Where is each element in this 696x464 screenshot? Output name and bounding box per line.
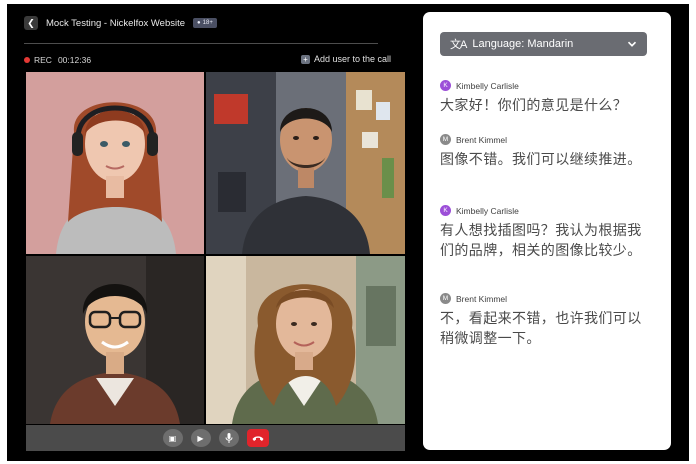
message-sender-row: K Kimbelly Carlisle [440,205,655,216]
plus-icon: + [300,54,310,64]
microphone-icon [225,433,232,443]
participant-1-video [26,72,204,254]
screen-share-icon: ▣ [168,433,177,443]
camera-icon: ▶ [197,433,204,443]
transcript-message: K Kimbelly Carlisle 有人想找插图吗？我认为根据我们的品牌，相… [440,205,655,261]
microphone-button[interactable] [218,429,239,447]
video-grid [26,72,405,424]
language-select[interactable]: 文A Language: Mandarin [440,32,647,56]
call-title: Mock Testing - Nickelfox Website [46,17,186,29]
message-text: 不，看起来不错，也许我们可以稍微调整一下。 [440,311,642,347]
chevron-down-icon [627,41,637,47]
message-text: 有人想找插图吗？我认为根据我们的品牌，相关的图像比较少。 [440,223,642,259]
back-button[interactable]: ❮ [24,16,38,30]
chevron-left-icon: ❮ [27,17,35,28]
video-tile-participant-4[interactable] [206,256,405,424]
participants-badge: ● 18+ [193,18,217,28]
screen-share-button[interactable]: ▣ [162,429,183,447]
transcript-message: M Brent Kimmel 不，看起来不错，也许我们可以稍微调整一下。 [440,293,655,349]
hang-up-button[interactable] [246,429,269,447]
video-tile-participant-1[interactable] [26,72,204,254]
transcript-message: M Brent Kimmel 图像不错。我们可以继续推进。 [440,134,655,170]
badge-label: 18+ [202,20,213,26]
avatar: M [440,134,451,145]
sender-name: Brent Kimmel [456,134,508,145]
message-sender-row: K Kimbelly Carlisle [440,80,655,91]
sender-name: Brent Kimmel [456,293,508,304]
user-icon: ● [197,20,201,26]
participant-4-video [206,256,405,424]
avatar: M [440,293,451,304]
message-text: 图像不错。我们可以继续推进。 [440,152,642,168]
sender-name: Kimbelly Carlisle [456,80,519,91]
call-header: ❮ Mock Testing - Nickelfox Website ● 18+ [24,15,217,31]
participant-3-video [26,256,204,424]
message-text: 大家好！你们的意见是什么？ [440,98,628,114]
header-divider [24,43,378,44]
phone-hangup-icon [252,435,263,441]
avatar: K [440,80,451,91]
rec-timer: 00:12:36 [57,55,92,65]
recording-indicator: REC 00:12:36 [24,55,91,65]
video-tile-participant-3[interactable] [26,256,204,424]
transcript-panel: 文A Language: Mandarin K Kimbelly Carlisl… [423,12,671,450]
sender-name: Kimbelly Carlisle [456,205,519,216]
add-user-label: Add user to the call [313,54,391,64]
add-user-button[interactable]: + Add user to the call [300,54,391,64]
participant-2-video [206,72,405,254]
rec-label: REC [34,55,52,65]
call-controls: ▣ ▶ [26,425,405,451]
message-sender-row: M Brent Kimmel [440,293,655,304]
language-label: Language: Mandarin [472,38,574,50]
translate-icon: 文A [450,39,467,51]
transcript-message: K Kimbelly Carlisle 大家好！你们的意见是什么？ [440,80,655,116]
video-tile-participant-2[interactable] [206,72,405,254]
camera-button[interactable]: ▶ [190,429,211,447]
message-sender-row: M Brent Kimmel [440,134,655,145]
record-dot-icon [24,57,30,63]
avatar: K [440,205,451,216]
